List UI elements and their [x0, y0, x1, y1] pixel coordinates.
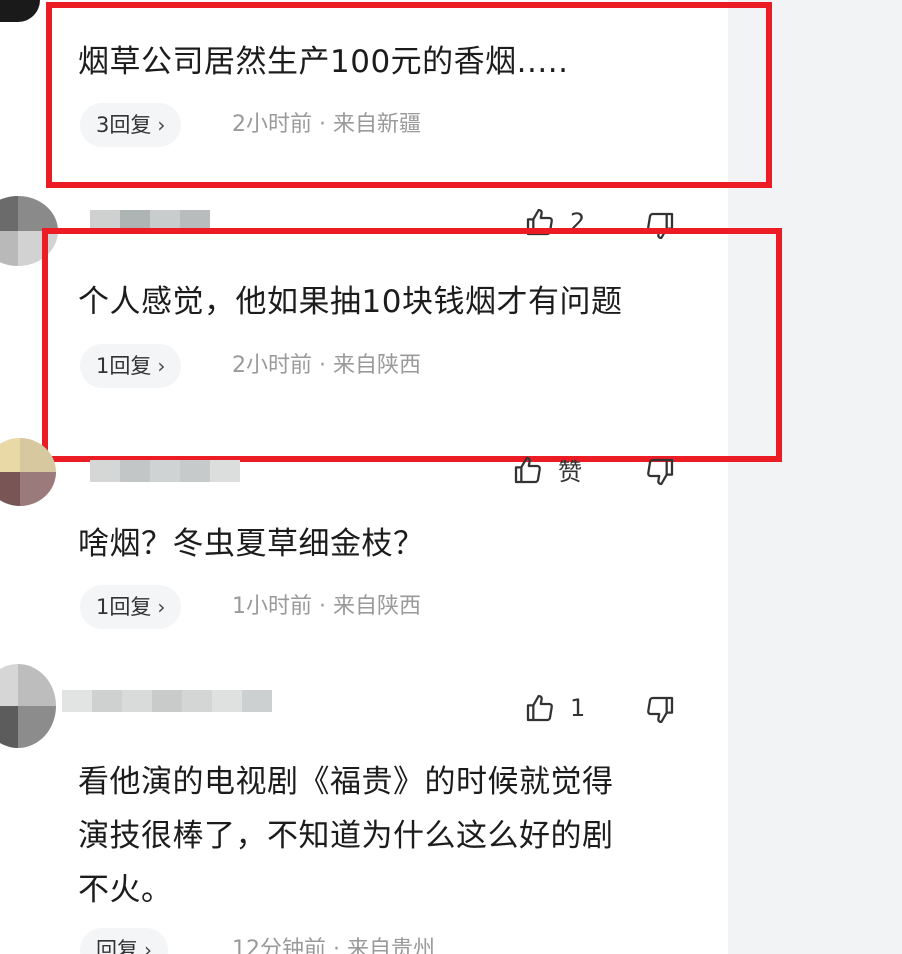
comment-text-line: 不火。 — [78, 872, 173, 908]
avatar[interactable] — [0, 438, 56, 506]
comment-feed: 烟草公司居然生产100元的香烟..... 3回复 › 2小时前 · 来自新疆 2 — [0, 0, 902, 954]
like-count: 赞 — [558, 458, 582, 486]
avatar-fragment — [0, 0, 40, 22]
thumbs-up-icon[interactable] — [512, 454, 544, 486]
reply-button[interactable]: 1回复 › — [80, 344, 182, 388]
thumbs-down-icon[interactable] — [644, 210, 676, 242]
avatar[interactable] — [0, 664, 56, 748]
comment-meta: 1小时前 · 来自陕西 — [232, 594, 421, 619]
thumbs-down-icon[interactable] — [644, 456, 676, 488]
like-group: 1 — [524, 692, 585, 724]
comment-meta: 12分钟前 · 来自贵州 — [232, 937, 435, 954]
username-blurred[interactable] — [62, 690, 272, 712]
avatar[interactable] — [0, 196, 58, 266]
chevron-right-icon: › — [157, 595, 166, 619]
like-count: 2 — [570, 208, 586, 236]
comment-text-line: 演技很棒了，不知道为什么这么好的剧 — [78, 818, 614, 854]
comment-text: 烟草公司居然生产100元的香烟..... — [78, 44, 569, 80]
username-blurred[interactable] — [90, 210, 210, 232]
like-group: 2 — [524, 206, 585, 238]
like-group: 赞 — [512, 452, 582, 487]
chevron-right-icon: › — [157, 354, 166, 378]
comment-text-line: 看他演的电视剧《福贵》的时候就觉得 — [78, 764, 614, 800]
comment-text: 个人感觉，他如果抽10块钱烟才有问题 — [78, 284, 623, 320]
reply-count-label: 回复 — [96, 938, 138, 954]
thumbs-up-icon[interactable] — [524, 206, 556, 238]
comment-meta: 2小时前 · 来自陕西 — [232, 353, 421, 378]
side-gutter — [728, 0, 902, 954]
reply-count-label: 1回复 — [96, 595, 152, 619]
reply-button[interactable]: 回复 › — [80, 928, 168, 954]
highlight-box — [46, 2, 772, 188]
comment-text: 啥烟？冬虫夏草细金枝？ — [78, 526, 425, 562]
username-blurred[interactable] — [90, 460, 240, 482]
chevron-right-icon: › — [157, 113, 166, 137]
reply-count-label: 3回复 — [96, 113, 152, 137]
reply-count-label: 1回复 — [96, 354, 152, 378]
reply-button[interactable]: 3回复 › — [80, 103, 182, 147]
thumbs-down-icon[interactable] — [644, 694, 676, 726]
like-count: 1 — [570, 694, 586, 722]
thumbs-up-icon[interactable] — [524, 692, 556, 724]
comment-meta: 2小时前 · 来自新疆 — [232, 112, 421, 137]
chevron-right-icon: › — [144, 938, 152, 954]
reply-button[interactable]: 1回复 › — [80, 585, 182, 629]
